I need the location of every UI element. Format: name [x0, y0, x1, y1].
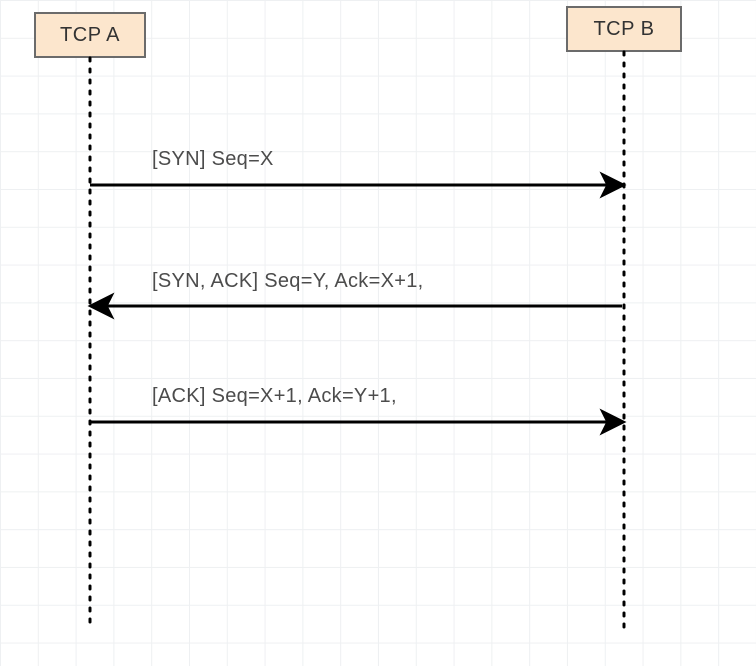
message-1-label: [SYN] Seq=X	[152, 148, 274, 171]
participant-b-label: TCP B	[593, 18, 654, 41]
sequence-diagram: TCP A TCP B [SYN] Seq=X [SYN, ACK] Seq=Y…	[0, 0, 756, 666]
participant-tcp-a: TCP A	[34, 12, 146, 58]
participant-a-label: TCP A	[60, 24, 120, 47]
message-3-label: [ACK] Seq=X+1, Ack=Y+1,	[152, 385, 397, 408]
message-2-label: [SYN, ACK] Seq=Y, Ack=X+1,	[152, 270, 423, 293]
participant-tcp-b: TCP B	[566, 6, 682, 52]
diagram-lines	[0, 0, 756, 666]
